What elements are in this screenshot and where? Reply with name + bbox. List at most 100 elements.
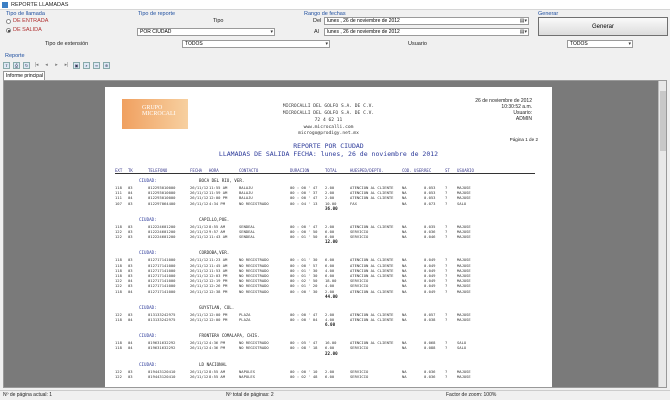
del-label: Del bbox=[313, 18, 322, 24]
window-title: REPORTE LLAMADAS bbox=[11, 1, 69, 8]
city-name: CORDOBA,VER. bbox=[199, 250, 230, 256]
tipo-select[interactable]: POR CIUDAD ▾ bbox=[137, 28, 275, 36]
table-cell: 00 : 01 ' 50 bbox=[290, 234, 318, 240]
table-cell: ? bbox=[445, 288, 448, 294]
group-total: 12.00 bbox=[325, 239, 338, 245]
city-label: CIUDAD: bbox=[139, 361, 157, 367]
tipo-llamada-label: Tipo de llamada bbox=[6, 11, 45, 17]
table-cell: SALO bbox=[457, 345, 467, 351]
company-web: www.microcalli.com bbox=[303, 125, 354, 130]
table-cell: ? bbox=[445, 200, 448, 206]
city-label: CIUDAD: bbox=[139, 216, 157, 222]
radio-entrada[interactable]: DE ENTRADA bbox=[6, 18, 48, 24]
table-cell: SERVICIO bbox=[350, 234, 369, 240]
calendar-icon[interactable]: ▤▾ bbox=[520, 18, 527, 24]
title-bar: REPORTE LLAMADAS bbox=[0, 0, 670, 10]
column-header-cell: TK bbox=[128, 168, 133, 173]
table-cell: 118 bbox=[115, 288, 122, 294]
table-cell: NA bbox=[402, 345, 407, 351]
city-label: CIUDAD: bbox=[139, 250, 157, 256]
table-cell: 0.073 bbox=[424, 200, 436, 206]
table-cell: 26/11/12 bbox=[190, 373, 209, 379]
table-cell: 03 bbox=[128, 373, 133, 379]
last-page-icon[interactable]: ▸| bbox=[63, 62, 70, 69]
column-header-cell: FECHA bbox=[190, 168, 203, 173]
status-zoom: Factor de zoom: 100% bbox=[446, 392, 497, 398]
table-cell: 03 bbox=[128, 200, 133, 206]
table-cell: 26/11/12 bbox=[190, 317, 209, 322]
table-cell: SERVICIO bbox=[350, 345, 369, 351]
table-cell: SALO bbox=[457, 200, 467, 206]
column-header-cell: REC bbox=[424, 168, 432, 173]
city-label: CIUDAD: bbox=[139, 333, 157, 339]
table-cell: ? bbox=[445, 234, 448, 240]
table-cell: ATENCION AL CLIENTE bbox=[350, 288, 394, 294]
table-cell: 00 : 00 ' 30 bbox=[290, 288, 318, 294]
export-icon[interactable]: ⇪ bbox=[3, 61, 10, 69]
column-header-cell: COD. USER bbox=[402, 168, 424, 173]
table-cell: NA bbox=[402, 288, 407, 294]
table-cell: 0.049 bbox=[424, 288, 436, 294]
table-cell: 8:55 AM bbox=[209, 373, 226, 379]
chevron-down-icon[interactable]: ▾ bbox=[270, 29, 273, 35]
column-header-cell: TOTAL bbox=[325, 168, 338, 173]
search-icon[interactable]: ⌕ bbox=[83, 61, 90, 69]
table-cell: 04 bbox=[128, 288, 133, 294]
print-icon[interactable]: ⎙ bbox=[13, 61, 20, 69]
table-cell: 013133242975 bbox=[148, 317, 176, 322]
city-label: CIUDAD: bbox=[139, 178, 157, 183]
table-cell: FAX bbox=[350, 200, 357, 206]
group-total: 44.00 bbox=[325, 293, 338, 299]
table-cell: 012717141000 bbox=[148, 288, 176, 294]
table-cell: 03 bbox=[128, 234, 133, 240]
binoculars-icon[interactable]: ∞ bbox=[93, 61, 100, 69]
al-value: lunes , 26 de noviembre de 2012 bbox=[327, 29, 400, 35]
user-value: ADMIN bbox=[515, 116, 532, 122]
table-cell: 04 bbox=[128, 317, 133, 322]
radio-salida[interactable]: DE SALIDA bbox=[6, 27, 42, 33]
calendar-icon[interactable]: ▤▾ bbox=[520, 29, 527, 35]
app-icon bbox=[2, 1, 8, 8]
report-page: GRUPO MICROCALI MICROCALLI DEL GOLFO S.A… bbox=[105, 87, 552, 387]
table-cell: ATENCION AL CLIENTE bbox=[350, 317, 394, 322]
table-cell: 26/11/12 bbox=[190, 345, 209, 351]
generar-button[interactable]: Generar bbox=[538, 17, 668, 36]
table-cell: 122 bbox=[115, 234, 122, 240]
usuario-select[interactable]: TODOS ▾ bbox=[567, 40, 633, 48]
table-cell: 4:34 PM bbox=[209, 200, 226, 206]
table-cell: 6.00 bbox=[325, 373, 335, 379]
del-date-picker[interactable]: lunes , 26 de noviembre de 2012 ▤▾ bbox=[324, 17, 529, 25]
tipo-value: POR CIUDAD bbox=[140, 29, 172, 35]
company-phone: 72 4 62 11 bbox=[314, 118, 343, 123]
vertical-scrollbar[interactable] bbox=[658, 81, 666, 387]
table-cell: 00 : 08 ' 18 bbox=[290, 345, 318, 351]
table-cell: MAJOSE bbox=[457, 234, 471, 240]
prev-page-icon[interactable]: ◂ bbox=[43, 62, 50, 69]
zoom-icon[interactable]: ⊕ bbox=[103, 61, 110, 69]
al-date-picker[interactable]: lunes , 26 de noviembre de 2012 ▤▾ bbox=[324, 28, 529, 36]
table-cell: NA bbox=[402, 200, 407, 206]
table-cell: 12:38 PM bbox=[209, 288, 228, 294]
refresh-icon[interactable]: ↻ bbox=[23, 61, 30, 69]
report-viewer[interactable]: GRUPO MICROCALI MICROCALLI DEL GOLFO S.A… bbox=[3, 80, 667, 388]
toggle-tree-icon[interactable]: ▣ bbox=[73, 61, 80, 69]
report-toolbar: ⇪ ⎙ ↻ |◂ ◂ ▸ ▸| ▣ ⌕ ∞ ⊕ bbox=[0, 60, 670, 70]
scroll-thumb[interactable] bbox=[660, 91, 666, 151]
chevron-down-icon[interactable]: ▾ bbox=[325, 41, 328, 47]
extension-select[interactable]: TODOS ▾ bbox=[182, 40, 330, 48]
table-cell: ? bbox=[445, 373, 448, 379]
radio-entrada-label: DE ENTRADA bbox=[13, 18, 49, 24]
table-cell: 12:00 PM bbox=[209, 317, 228, 322]
table-cell: 26/11/12 bbox=[190, 288, 209, 294]
chevron-down-icon[interactable]: ▾ bbox=[628, 41, 631, 47]
column-header-cell: ST bbox=[445, 168, 450, 173]
table-cell: MAJOSE bbox=[457, 373, 471, 379]
radio-salida-dot[interactable] bbox=[6, 27, 11, 33]
next-page-icon[interactable]: ▸ bbox=[53, 62, 60, 69]
usuario-value: TODOS bbox=[570, 41, 588, 47]
tab-informe-principal[interactable]: Informe principal bbox=[3, 71, 45, 80]
first-page-icon[interactable]: |◂ bbox=[33, 62, 40, 69]
radio-entrada-dot[interactable] bbox=[6, 18, 11, 24]
group-total: 36.00 bbox=[325, 205, 338, 211]
column-header-cell: CONTACTO bbox=[239, 168, 259, 173]
